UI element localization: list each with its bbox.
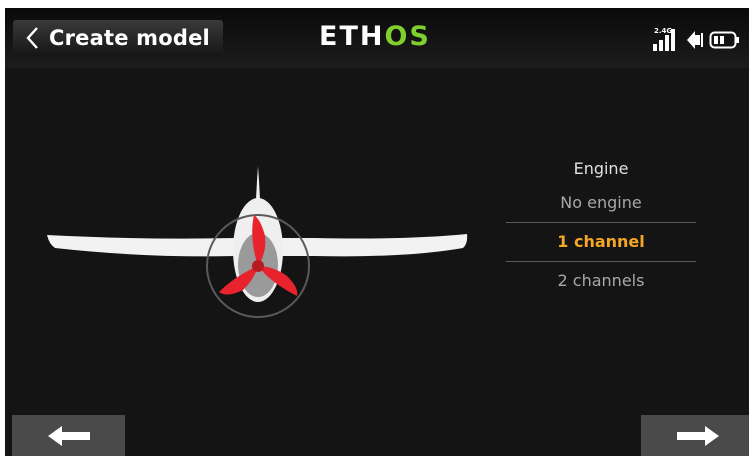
content-area: Engine No engine 1 channel 2 channels bbox=[5, 68, 749, 456]
engine-list: Engine No engine 1 channel 2 channels bbox=[506, 154, 696, 300]
top-bar: Create model ETHOS 2.4G bbox=[5, 8, 749, 68]
screen: Create model ETHOS 2.4G Engine No engine… bbox=[5, 8, 749, 456]
signal-bars-icon: 2.4G bbox=[653, 27, 675, 51]
chevron-left-icon bbox=[26, 27, 38, 49]
logo-text-main: ETH bbox=[319, 21, 385, 52]
arrow-right-icon bbox=[676, 425, 719, 446]
speaker-icon bbox=[687, 31, 703, 49]
rf-band-label: 2.4G bbox=[654, 27, 672, 35]
battery-icon bbox=[709, 31, 739, 49]
spinner bbox=[252, 260, 264, 272]
engine-heading: Engine bbox=[573, 159, 629, 178]
arrow-left-icon bbox=[47, 425, 90, 446]
back-button[interactable]: Create model bbox=[13, 20, 223, 56]
page-title: Create model bbox=[49, 26, 210, 50]
logo-text-accent: OS bbox=[384, 21, 431, 52]
engine-option-no-engine[interactable]: No engine bbox=[506, 184, 696, 222]
airplane-illustration bbox=[47, 166, 468, 318]
next-button[interactable] bbox=[641, 415, 749, 456]
status-area: 2.4G bbox=[651, 24, 741, 52]
previous-button[interactable] bbox=[12, 415, 125, 456]
engine-option-1-channel[interactable]: 1 channel bbox=[506, 222, 696, 261]
engine-option-2-channels[interactable]: 2 channels bbox=[506, 261, 696, 300]
ethos-logo: ETHOS bbox=[319, 22, 431, 52]
